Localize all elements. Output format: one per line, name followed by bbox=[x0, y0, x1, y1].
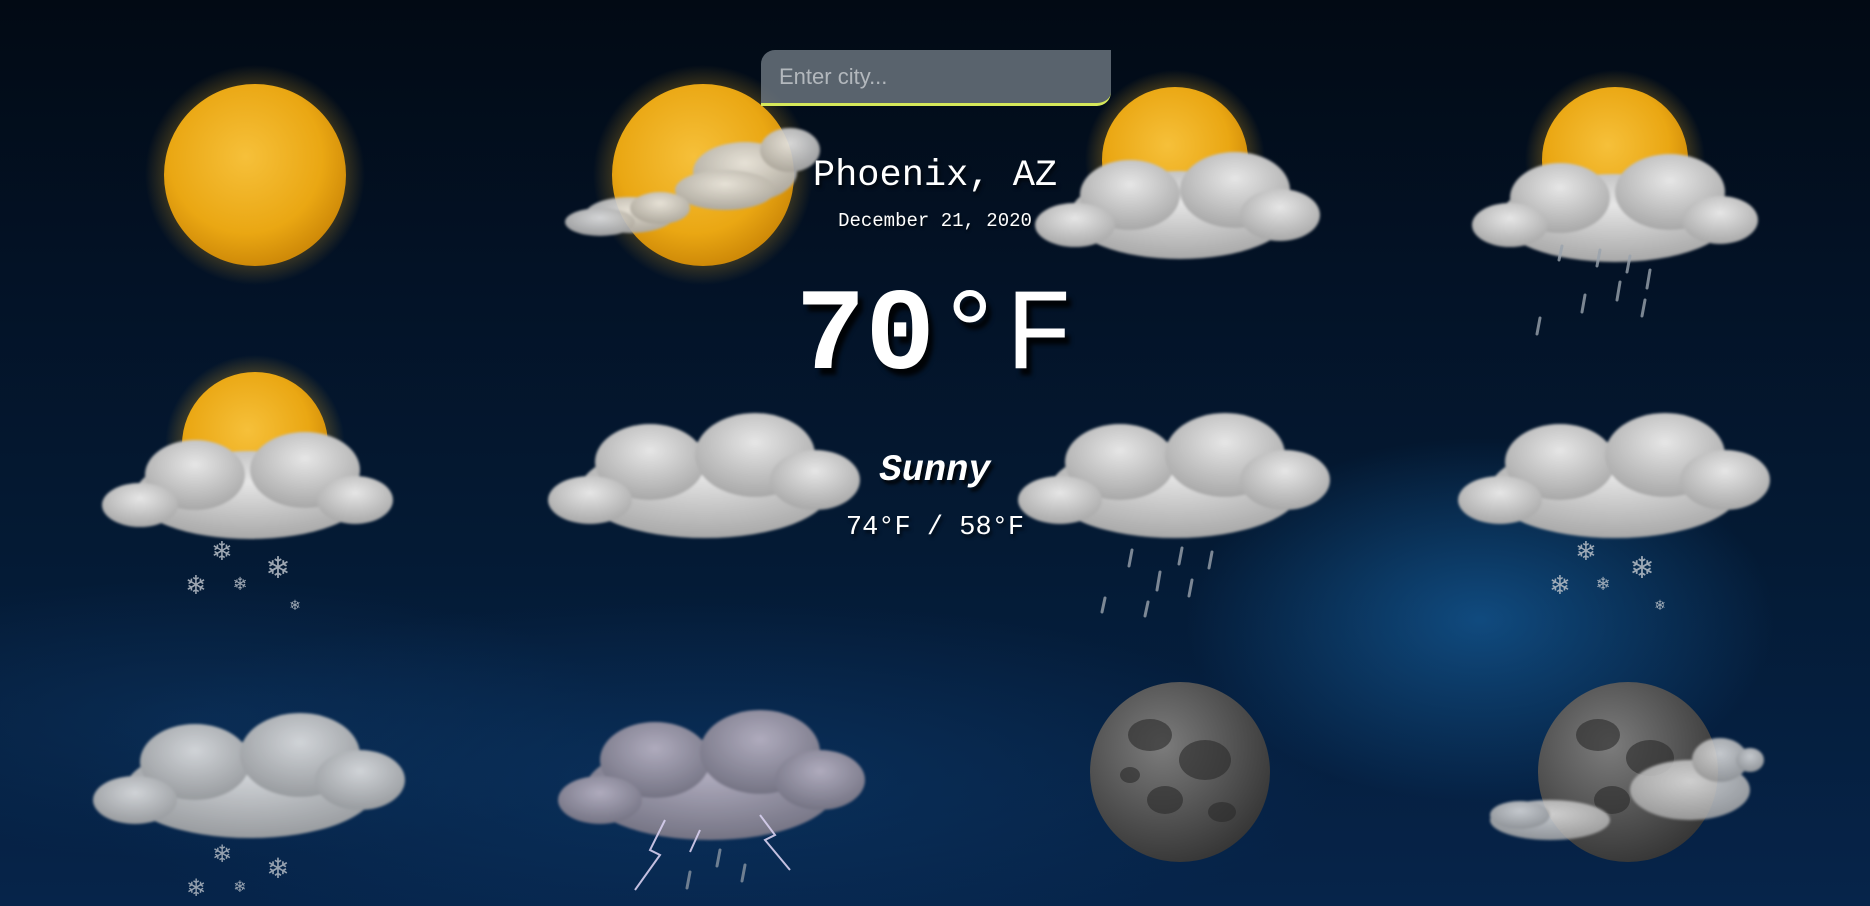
temperature-value: 70 bbox=[795, 271, 935, 403]
city-name: Phoenix, AZ bbox=[812, 155, 1058, 197]
svg-text:❄: ❄ bbox=[1654, 598, 1666, 614]
svg-text:❄: ❄ bbox=[232, 574, 247, 595]
svg-text:❄: ❄ bbox=[186, 874, 206, 902]
svg-text:❄: ❄ bbox=[212, 840, 232, 868]
thunderstorm-icon bbox=[558, 710, 865, 891]
svg-text:❄: ❄ bbox=[233, 877, 246, 896]
temperature-unit: °F bbox=[935, 271, 1075, 403]
svg-text:❄: ❄ bbox=[265, 551, 290, 586]
cloud-snow-icon: ❄ ❄ ❄ ❄ bbox=[93, 713, 405, 902]
svg-text:❄: ❄ bbox=[1549, 571, 1571, 601]
current-temperature: 70°F bbox=[0, 262, 1870, 412]
moon-icon bbox=[1090, 682, 1270, 862]
svg-text:❄: ❄ bbox=[1629, 551, 1654, 586]
svg-text:❄: ❄ bbox=[1595, 574, 1610, 595]
moon-cloud-icon bbox=[1490, 682, 1764, 862]
temperature-range: 74°F / 58°F bbox=[845, 513, 1025, 543]
weather-date: December 21, 2020 bbox=[838, 210, 1032, 232]
svg-text:❄: ❄ bbox=[289, 598, 301, 614]
svg-text:❄: ❄ bbox=[185, 571, 207, 601]
svg-text:❄: ❄ bbox=[266, 852, 289, 885]
city-search-input[interactable] bbox=[761, 50, 1111, 106]
weather-condition: Sunny bbox=[879, 450, 991, 492]
